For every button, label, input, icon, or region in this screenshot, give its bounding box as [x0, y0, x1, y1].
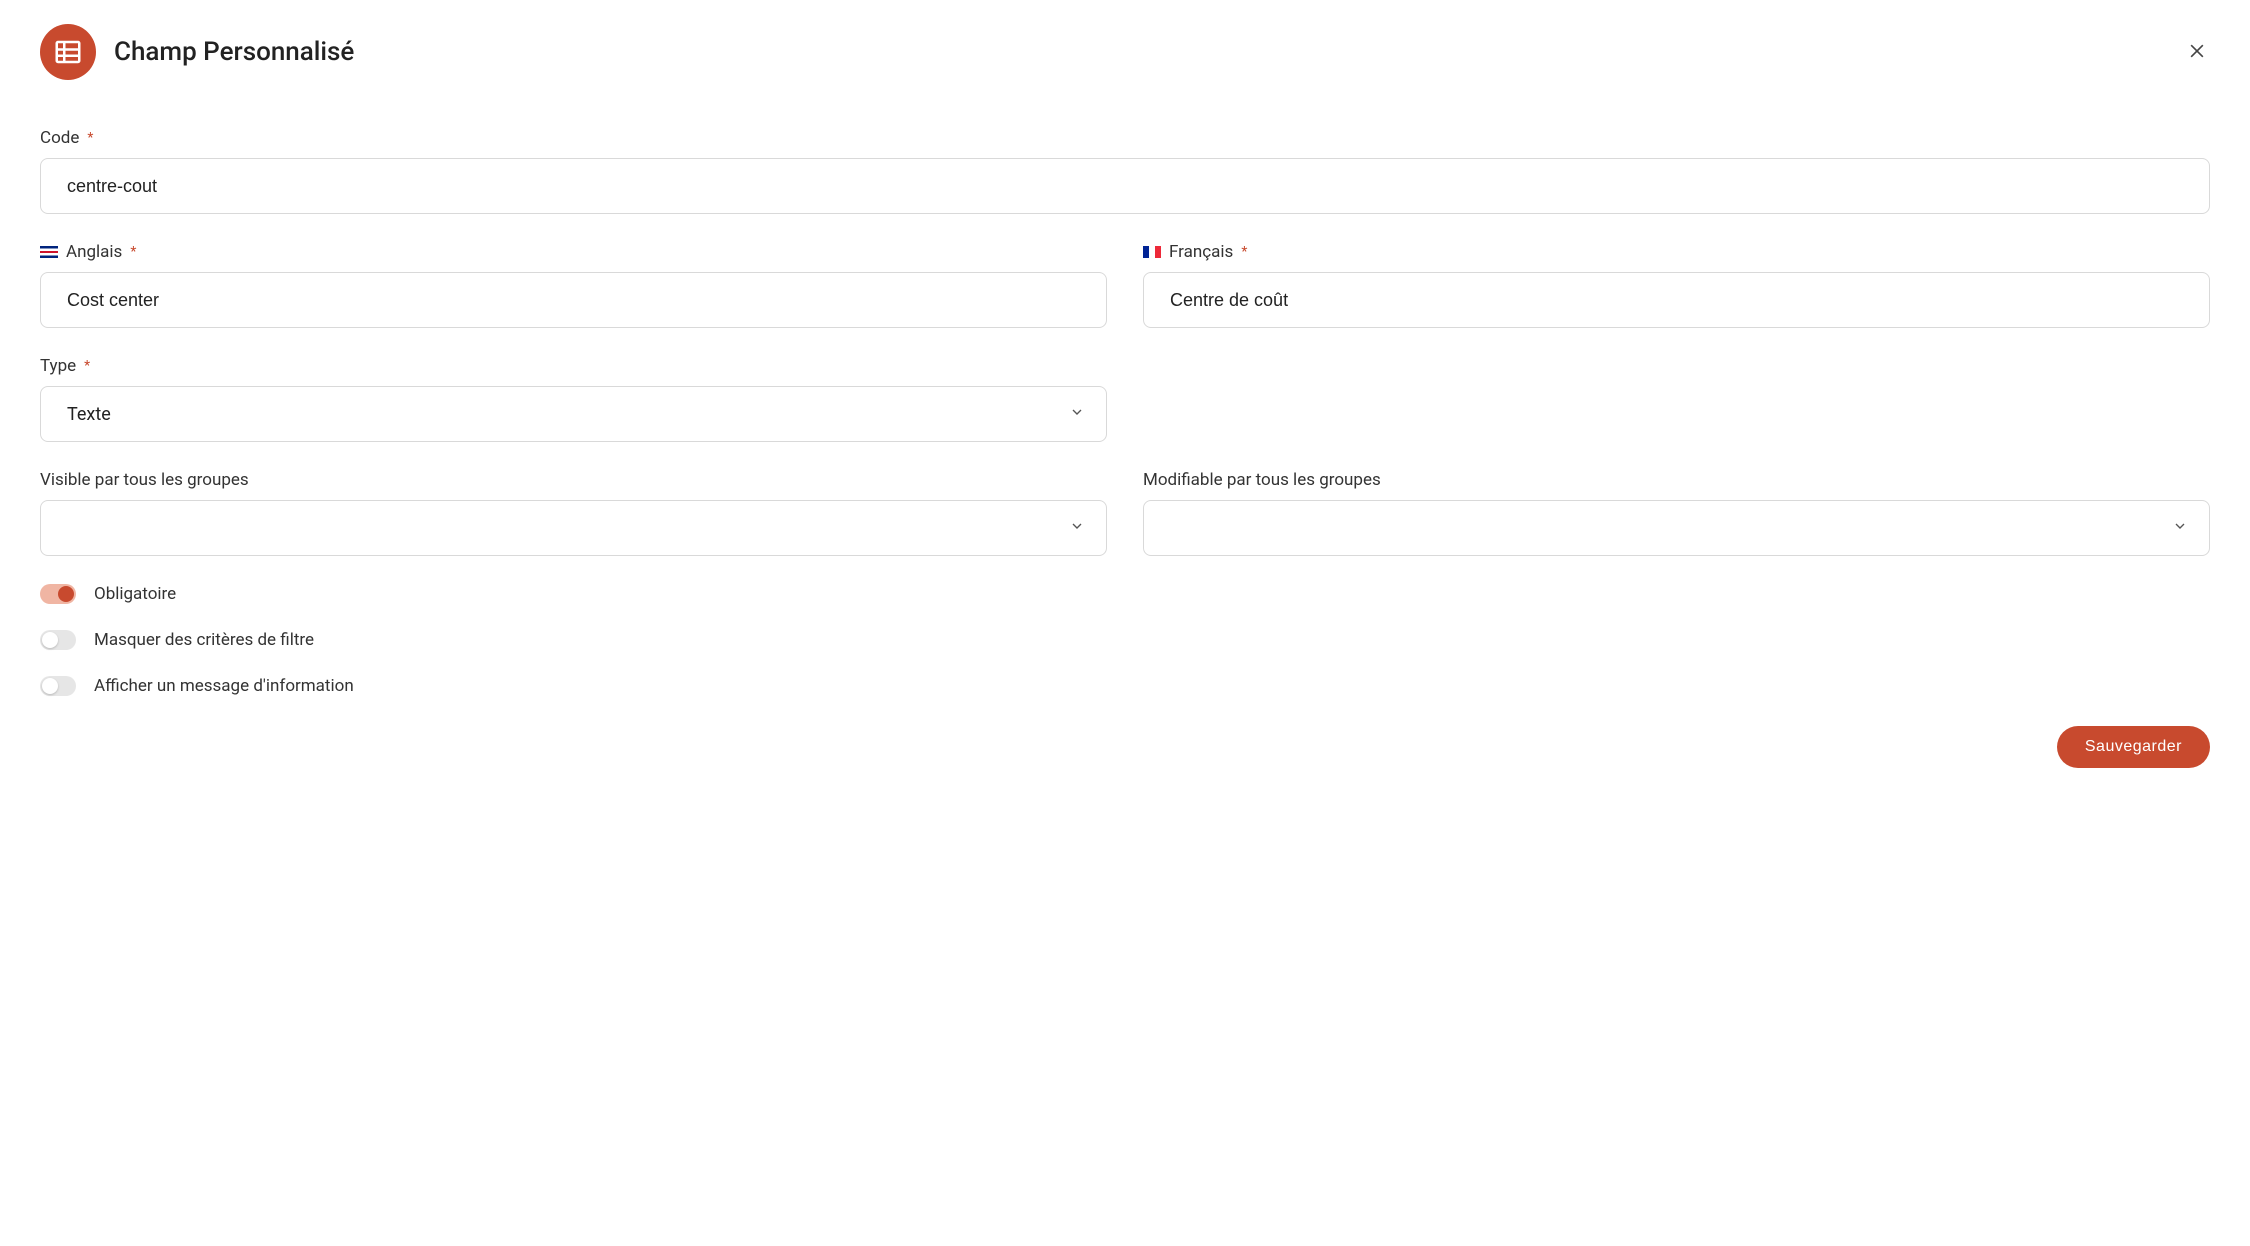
hide-filter-toggle[interactable] [40, 630, 76, 650]
fr-flag-icon [1143, 246, 1161, 258]
english-label-text: Anglais [66, 242, 122, 262]
show-info-toggle-row: Afficher un message d'information [40, 676, 2210, 696]
type-label-text: Type [40, 356, 76, 376]
hide-filter-toggle-label: Masquer des critères de filtre [94, 630, 314, 650]
french-label: Français * [1143, 242, 2210, 262]
required-marker: * [1241, 244, 1247, 260]
visible-groups-select[interactable] [40, 500, 1107, 556]
uk-flag-icon [40, 246, 58, 258]
editable-groups-label-text: Modifiable par tous les groupes [1143, 470, 1381, 490]
editable-groups-label: Modifiable par tous les groupes [1143, 470, 2210, 490]
dialog-footer: Sauvegarder [40, 726, 2210, 768]
header-left: Champ Personnalisé [40, 24, 354, 80]
required-marker: * [87, 130, 93, 146]
type-selected-value: Texte [67, 404, 111, 425]
type-label: Type * [40, 356, 1107, 376]
required-marker: * [84, 358, 90, 374]
show-info-toggle-label: Afficher un message d'information [94, 676, 354, 696]
close-icon [2187, 41, 2207, 64]
code-label-text: Code [40, 128, 79, 148]
english-input[interactable] [40, 272, 1107, 328]
french-label-text: Français [1169, 242, 1233, 262]
code-label: Code * [40, 128, 2210, 148]
visible-groups-label-text: Visible par tous les groupes [40, 470, 249, 490]
save-button[interactable]: Sauvegarder [2057, 726, 2210, 768]
mandatory-toggle-label: Obligatoire [94, 584, 176, 604]
type-select[interactable]: Texte [40, 386, 1107, 442]
code-input[interactable] [40, 158, 2210, 214]
french-input[interactable] [1143, 272, 2210, 328]
table-icon [40, 24, 96, 80]
mandatory-toggle-row: Obligatoire [40, 584, 2210, 604]
required-marker: * [130, 244, 136, 260]
dialog-header: Champ Personnalisé [40, 24, 2210, 80]
close-button[interactable] [2184, 39, 2210, 65]
english-label: Anglais * [40, 242, 1107, 262]
visible-groups-label: Visible par tous les groupes [40, 470, 1107, 490]
page-title: Champ Personnalisé [114, 37, 354, 67]
editable-groups-select[interactable] [1143, 500, 2210, 556]
hide-filter-toggle-row: Masquer des critères de filtre [40, 630, 2210, 650]
show-info-toggle[interactable] [40, 676, 76, 696]
mandatory-toggle[interactable] [40, 584, 76, 604]
